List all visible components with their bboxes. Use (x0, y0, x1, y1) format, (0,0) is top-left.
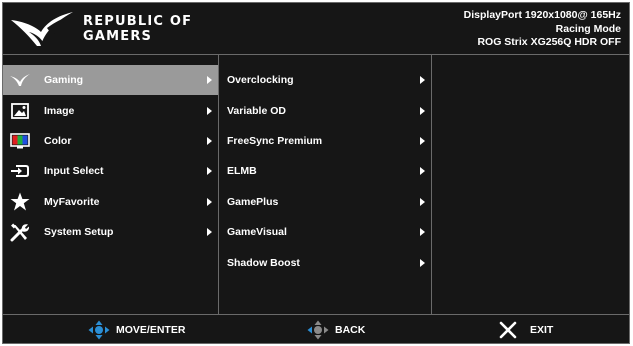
footer-bar: MOVE/ENTER BACK EXIT (3, 314, 629, 343)
status-model: ROG Strix XG256Q HDR OFF (477, 36, 621, 48)
chevron-right-icon (420, 76, 425, 85)
status-mode: Racing Mode (555, 22, 621, 35)
brand-line-1: REPUBLIC OF (83, 14, 193, 29)
close-icon (499, 321, 517, 338)
submenu-item-freesync-premium[interactable]: FreeSync Premium (219, 126, 431, 156)
submenu-item-label: ELMB (227, 165, 257, 178)
submenu-item-elmb[interactable]: ELMB (219, 156, 431, 186)
osd-menu: REPUBLIC OF GAMERS DisplayPort 1920x1080… (2, 2, 630, 344)
chevron-right-icon (420, 228, 425, 237)
options-panel (432, 55, 629, 314)
back-label: BACK (335, 323, 366, 336)
header: REPUBLIC OF GAMERS DisplayPort 1920x1080… (3, 3, 629, 55)
submenu-item-label: Overclocking (227, 74, 294, 87)
move-enter-button[interactable]: MOVE/ENTER (88, 315, 185, 344)
main-menu: Gaming Image Color Input Select MyFavori… (3, 55, 219, 314)
menu-item-label: System Setup (44, 226, 114, 239)
exit-label: EXIT (530, 323, 554, 336)
submenu-item-shadow-boost[interactable]: Shadow Boost (219, 247, 431, 277)
submenu-item-label: GameVisual (227, 226, 287, 239)
menu-item-gaming[interactable]: Gaming (3, 65, 218, 96)
move-enter-label: MOVE/ENTER (116, 323, 186, 336)
sub-menu: Overclocking Variable OD FreeSync Premiu… (219, 55, 432, 314)
menu-item-label: Image (44, 104, 75, 117)
brand-name: REPUBLIC OF GAMERS (83, 14, 192, 44)
chevron-right-icon (207, 167, 212, 176)
menu-item-label: MyFavorite (44, 195, 100, 208)
chevron-right-icon (207, 136, 212, 145)
image-icon (9, 101, 31, 121)
menu-item-input-select[interactable]: Input Select (3, 156, 218, 186)
chevron-right-icon (420, 136, 425, 145)
exit-button[interactable]: EXIT (498, 315, 553, 344)
rog-eye-icon (9, 70, 31, 90)
chevron-right-icon (207, 228, 212, 237)
status-info: DisplayPort 1920x1080@ 165Hz Racing Mode… (464, 9, 621, 50)
submenu-item-label: FreeSync Premium (227, 134, 323, 147)
tools-icon (9, 222, 31, 242)
submenu-item-variable-od[interactable]: Variable OD (219, 95, 431, 125)
menu-item-myfavorite[interactable]: MyFavorite (3, 187, 218, 217)
input-icon (9, 161, 31, 181)
brand-line-2: GAMERS (83, 29, 153, 44)
submenu-item-gameplus[interactable]: GamePlus (219, 187, 431, 217)
joystick-move-icon (88, 320, 110, 339)
chevron-right-icon (207, 76, 212, 85)
color-icon (9, 131, 31, 151)
status-signal: DisplayPort 1920x1080@ 165Hz (463, 9, 621, 21)
submenu-item-overclocking[interactable]: Overclocking (219, 65, 431, 95)
menu-item-image[interactable]: Image (3, 95, 218, 125)
menu-item-color[interactable]: Color (3, 126, 218, 156)
menu-item-system-setup[interactable]: System Setup (3, 217, 218, 247)
star-icon (9, 192, 31, 212)
joystick-back-icon (307, 320, 329, 339)
chevron-right-icon (420, 106, 425, 115)
chevron-right-icon (207, 106, 212, 115)
menu-item-label: Input Select (44, 165, 104, 178)
rog-logo-icon (11, 12, 73, 46)
submenu-item-gamevisual[interactable]: GameVisual (219, 217, 431, 247)
chevron-right-icon (420, 197, 425, 206)
submenu-item-label: Shadow Boost (227, 256, 300, 269)
submenu-item-label: Variable OD (227, 104, 286, 117)
submenu-item-label: GamePlus (227, 195, 279, 208)
chevron-right-icon (420, 167, 425, 176)
menu-item-label: Color (44, 134, 72, 147)
back-button[interactable]: BACK (307, 315, 365, 344)
chevron-right-icon (420, 258, 425, 267)
chevron-right-icon (207, 197, 212, 206)
menu-item-label: Gaming (44, 74, 84, 87)
